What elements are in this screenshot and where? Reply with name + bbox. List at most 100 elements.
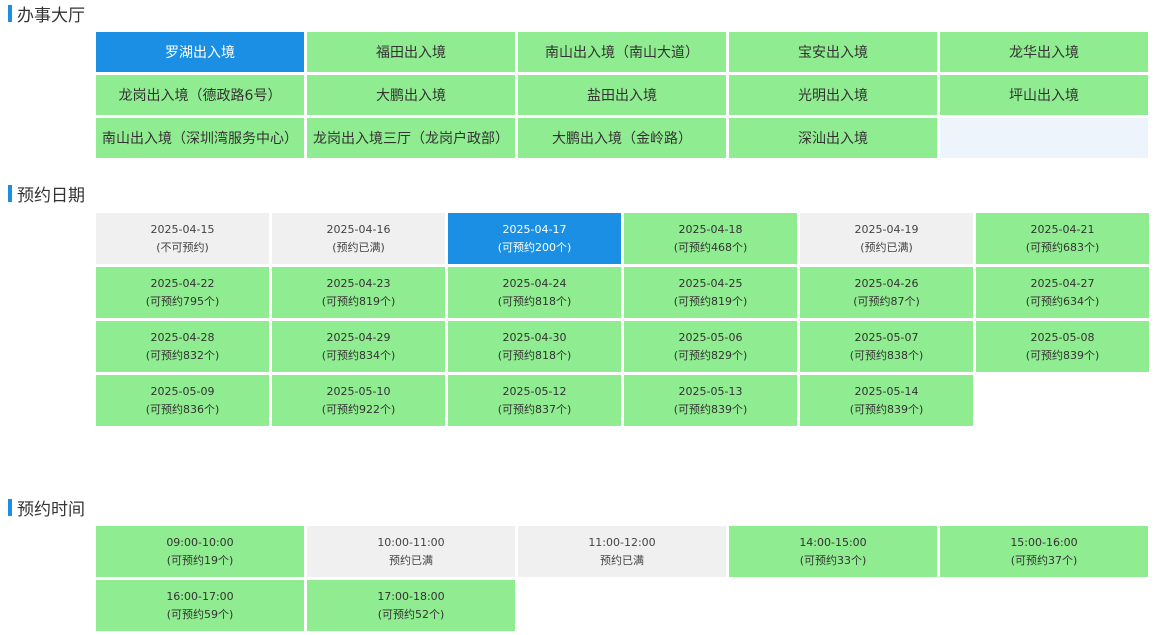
time-slot-option[interactable]: 09:00-10:00 (可预约19个) — [96, 526, 304, 577]
date-value: 2025-04-26 — [854, 276, 919, 290]
date-availability: (可预约200个) — [497, 240, 572, 254]
time-availability: (可预约19个) — [166, 553, 234, 567]
date-availability: (可预约683个) — [1025, 240, 1100, 254]
date-option[interactable]: 2025-04-22 (可预约795个) — [96, 267, 269, 318]
date-value: 2025-04-30 — [502, 330, 567, 344]
date-option[interactable]: 2025-05-09 (可预约836个) — [96, 375, 269, 426]
hall-option[interactable]: 大鹏出入境 — [307, 75, 515, 115]
date-value: 2025-04-16 — [326, 222, 391, 236]
date-value: 2025-05-14 — [854, 384, 919, 398]
time-availability: (可预约52个) — [377, 607, 445, 621]
hall-name: 坪山出入境 — [1009, 88, 1079, 104]
hall-name: 南山出入境（深圳湾服务中心） — [102, 131, 298, 147]
date-value: 2025-04-24 — [502, 276, 567, 290]
date-option[interactable]: 2025-04-24 (可预约818个) — [448, 267, 621, 318]
date-option[interactable]: 2025-05-12 (可预约837个) — [448, 375, 621, 426]
hall-option[interactable]: 龙华出入境 — [940, 32, 1148, 72]
date-option[interactable]: 2025-04-23 (可预约819个) — [272, 267, 445, 318]
date-availability: (可预约839个) — [673, 402, 748, 416]
date-value: 2025-04-18 — [678, 222, 743, 236]
section-accent-bar — [8, 184, 12, 202]
date-option[interactable]: 2025-04-30 (可预约818个) — [448, 321, 621, 372]
hall-option[interactable]: 南山出入境（深圳湾服务中心） — [96, 118, 304, 158]
date-option[interactable]: 2025-04-26 (可预约87个) — [800, 267, 973, 318]
date-option[interactable]: 2025-05-07 (可预约838个) — [800, 321, 973, 372]
date-option[interactable]: 2025-04-29 (可预约834个) — [272, 321, 445, 372]
time-slot-option[interactable]: 15:00-16:00 (可预约37个) — [940, 526, 1148, 577]
hall-option[interactable]: 龙岗出入境（德政路6号） — [96, 75, 304, 115]
date-value: 2025-05-12 — [502, 384, 567, 398]
date-option[interactable]: 2025-05-13 (可预约839个) — [624, 375, 797, 426]
date-value: 2025-04-28 — [150, 330, 215, 344]
date-value: 2025-05-08 — [1030, 330, 1095, 344]
date-option[interactable]: 2025-04-17 (可预约200个) — [448, 213, 621, 264]
date-value: 2025-05-06 — [678, 330, 743, 344]
time-availability: (可预约33个) — [799, 553, 867, 567]
hall-option[interactable]: 宝安出入境 — [729, 32, 937, 72]
date-value: 2025-04-15 — [150, 222, 215, 236]
time-slot-option: 11:00-12:00 预约已满 — [518, 526, 726, 577]
hall-name: 大鹏出入境（金岭路） — [552, 131, 692, 147]
hall-name: 龙华出入境 — [1009, 45, 1079, 61]
date-value: 2025-04-17 — [502, 222, 567, 236]
hall-option[interactable]: 福田出入境 — [307, 32, 515, 72]
date-availability: (可预约819个) — [321, 294, 396, 308]
hall-option[interactable]: 南山出入境（南山大道） — [518, 32, 726, 72]
hall-name: 深汕出入境 — [798, 131, 868, 147]
date-availability: (可预约834个) — [321, 348, 396, 362]
hall-option[interactable]: 罗湖出入境 — [96, 32, 304, 72]
section-accent-bar — [8, 4, 12, 22]
date-availability: (不可预约) — [156, 240, 209, 254]
date-option[interactable]: 2025-04-25 (可预约819个) — [624, 267, 797, 318]
date-option[interactable]: 2025-04-28 (可预约832个) — [96, 321, 269, 372]
date-value: 2025-05-07 — [854, 330, 919, 344]
time-availability: (可预约59个) — [166, 607, 234, 621]
time-range: 15:00-16:00 — [1010, 535, 1078, 549]
date-option[interactable]: 2025-05-10 (可预约922个) — [272, 375, 445, 426]
time-slot-option[interactable]: 17:00-18:00 (可预约52个) — [307, 580, 515, 631]
hall-option[interactable]: 深汕出入境 — [729, 118, 937, 158]
date-value: 2025-04-21 — [1030, 222, 1095, 236]
date-option[interactable]: 2025-05-06 (可预约829个) — [624, 321, 797, 372]
time-slot-option[interactable]: 14:00-15:00 (可预约33个) — [729, 526, 937, 577]
section-accent-bar — [8, 498, 12, 516]
date-option[interactable]: 2025-05-14 (可预约839个) — [800, 375, 973, 426]
date-availability: (预约已满) — [332, 240, 385, 254]
date-availability: (可预约838个) — [849, 348, 924, 362]
date-availability: (可预约829个) — [673, 348, 748, 362]
hall-section-label: 办事大厅 — [17, 5, 85, 26]
hall-option[interactable]: 大鹏出入境（金岭路） — [518, 118, 726, 158]
date-availability: (可预约836个) — [145, 402, 220, 416]
date-option: 2025-04-19 (预约已满) — [800, 213, 973, 264]
date-option[interactable]: 2025-04-21 (可预约683个) — [976, 213, 1149, 264]
hall-name: 光明出入境 — [798, 88, 868, 104]
hall-option[interactable]: 龙岗出入境三厅（龙岗户政部） — [307, 118, 515, 158]
time-availability: 预约已满 — [600, 553, 644, 567]
hall-grid: 罗湖出入境 福田出入境 南山出入境（南山大道） 宝安出入境 龙华出入境龙岗出入境（德政路… — [96, 32, 1148, 158]
date-option: 2025-04-15 (不可预约) — [96, 213, 269, 264]
date-availability: (可预约87个) — [853, 294, 920, 308]
date-option[interactable]: 2025-04-27 (可预约634个) — [976, 267, 1149, 318]
hall-option[interactable]: 盐田出入境 — [518, 75, 726, 115]
hall-name: 南山出入境（南山大道） — [545, 45, 699, 61]
date-option[interactable]: 2025-05-08 (可预约839个) — [976, 321, 1149, 372]
date-value: 2025-04-19 — [854, 222, 919, 236]
date-option[interactable]: 2025-04-18 (可预约468个) — [624, 213, 797, 264]
date-availability: (可预约839个) — [849, 402, 924, 416]
date-value: 2025-04-29 — [326, 330, 391, 344]
time-availability: 预约已满 — [389, 553, 433, 567]
hall-name: 罗湖出入境 — [165, 45, 235, 61]
hall-name: 宝安出入境 — [798, 45, 868, 61]
date-availability: (可预约818个) — [497, 348, 572, 362]
time-range: 16:00-17:00 — [166, 589, 234, 603]
time-range: 09:00-10:00 — [166, 535, 234, 549]
date-grid: 2025-04-15 (不可预约) 2025-04-16 (预约已满) 2025-04-… — [96, 213, 1149, 426]
time-slot-option[interactable]: 16:00-17:00 (可预约59个) — [96, 580, 304, 631]
date-availability: (预约已满) — [860, 240, 913, 254]
date-availability: (可预约832个) — [145, 348, 220, 362]
hall-section-title: 办事大厅 — [8, 2, 85, 26]
hall-option[interactable]: 光明出入境 — [729, 75, 937, 115]
hall-option[interactable]: 坪山出入境 — [940, 75, 1148, 115]
date-availability: (可预约922个) — [321, 402, 396, 416]
time-range: 17:00-18:00 — [377, 589, 445, 603]
